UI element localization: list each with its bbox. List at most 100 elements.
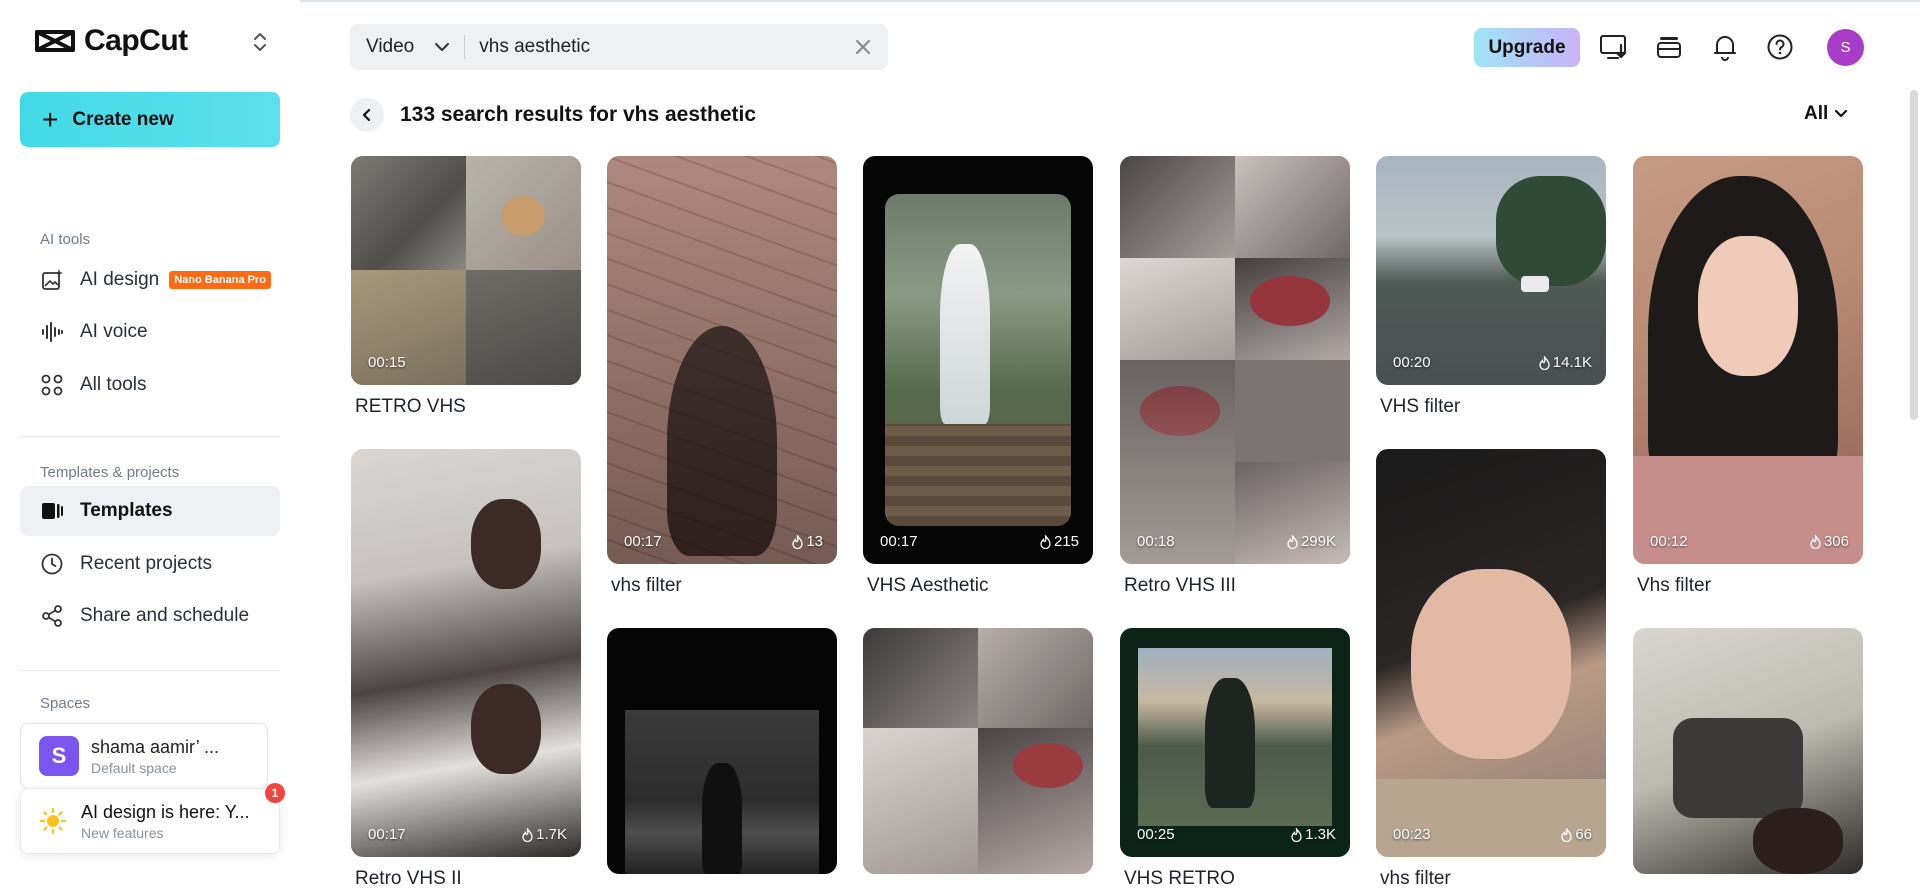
share-icon bbox=[40, 604, 64, 628]
notification-count-badge: 1 bbox=[265, 783, 285, 803]
clear-search-icon[interactable] bbox=[852, 36, 874, 58]
usage-count: 14.1K bbox=[1539, 354, 1592, 371]
sidebar-divider bbox=[20, 670, 280, 671]
duration-label: 00:15 bbox=[368, 354, 406, 371]
sidebar-item-ai-voice[interactable]: AI voice bbox=[20, 307, 280, 357]
template-thumbnail: 00:18 299K bbox=[1120, 156, 1350, 564]
plus-icon: + bbox=[42, 103, 59, 135]
template-thumbnail bbox=[607, 628, 837, 874]
sidebar-item-label: All tools bbox=[80, 374, 147, 395]
sidebar-item-label: Share and schedule bbox=[80, 605, 250, 626]
usage-count-value: 306 bbox=[1823, 533, 1849, 550]
sidebar-item-templates[interactable]: Templates bbox=[20, 486, 280, 536]
template-thumbnail: 00:15 bbox=[351, 156, 581, 385]
template-thumbnail: 00:17 1.7K bbox=[351, 449, 581, 857]
usage-count: 1.3K bbox=[1291, 826, 1336, 843]
create-new-label: Create new bbox=[72, 108, 174, 130]
flame-icon bbox=[792, 534, 803, 549]
template-title: Vhs filter bbox=[1637, 575, 1711, 596]
template-thumbnail: 00:23 66 bbox=[1376, 449, 1606, 857]
template-title: RETRO VHS bbox=[355, 396, 466, 417]
bell-icon[interactable] bbox=[1708, 30, 1742, 64]
search-type-label: Video bbox=[366, 36, 415, 57]
spaces-heading: Spaces bbox=[40, 695, 91, 712]
sidebar: CapCut + Create new AI tools AI design N… bbox=[0, 0, 300, 874]
sidebar-item-all-tools[interactable]: All tools bbox=[20, 360, 280, 410]
flame-icon bbox=[1291, 827, 1302, 842]
news-card[interactable]: AI design is here: Y... New features 1 bbox=[20, 783, 285, 854]
template-thumbnail: 00:12 306 bbox=[1633, 156, 1863, 564]
sidebar-item-ai-design[interactable]: AI design Nano Banana Pro bbox=[20, 255, 280, 305]
app-name: CapCut bbox=[84, 24, 188, 57]
duration-label: 00:12 bbox=[1650, 533, 1688, 550]
search-separator bbox=[464, 35, 466, 59]
layers-icon[interactable] bbox=[1652, 30, 1686, 64]
sidebar-item-share-schedule[interactable]: Share and schedule bbox=[20, 591, 280, 641]
image-sparkle-icon bbox=[40, 268, 64, 292]
usage-count: 1.7K bbox=[522, 826, 567, 843]
search-bar: Video bbox=[350, 24, 888, 70]
duration-label: 00:17 bbox=[880, 533, 918, 550]
workspace-switch-icon[interactable] bbox=[250, 30, 270, 54]
usage-count-value: 14.1K bbox=[1552, 354, 1592, 371]
duration-label: 00:17 bbox=[368, 826, 406, 843]
capcut-logo-icon bbox=[35, 30, 75, 52]
templates-projects-heading: Templates & projects bbox=[40, 464, 180, 481]
space-subtitle: Default space bbox=[91, 759, 177, 776]
usage-count-value: 299K bbox=[1300, 533, 1336, 550]
template-thumbnail bbox=[1633, 628, 1863, 874]
usage-count-value: 1.3K bbox=[1305, 826, 1336, 843]
template-title: vhs filter bbox=[611, 575, 682, 596]
sidebar-item-label: Recent projects bbox=[80, 553, 213, 574]
nano-banana-badge: Nano Banana Pro bbox=[169, 271, 271, 289]
app-logo[interactable]: CapCut bbox=[34, 24, 188, 58]
back-button[interactable] bbox=[350, 98, 384, 132]
usage-count: 306 bbox=[1810, 533, 1849, 550]
upgrade-button[interactable]: Upgrade bbox=[1474, 28, 1580, 67]
voice-wave-icon bbox=[40, 320, 64, 344]
chevron-left-icon bbox=[362, 108, 371, 122]
template-title: VHS Aesthetic bbox=[867, 575, 989, 596]
sidebar-divider bbox=[20, 436, 280, 437]
template-thumbnail: 00:20 14.1K bbox=[1376, 156, 1606, 385]
chevron-down-icon bbox=[435, 43, 450, 51]
templates-icon bbox=[40, 499, 64, 523]
ai-tools-heading: AI tools bbox=[40, 231, 91, 248]
usage-count: 299K bbox=[1287, 533, 1336, 550]
sidebar-item-label: AI design bbox=[80, 269, 160, 290]
scrollbar[interactable] bbox=[1910, 90, 1918, 420]
create-new-button[interactable]: + Create new bbox=[20, 92, 280, 147]
help-icon[interactable] bbox=[1763, 30, 1797, 64]
results-title: 133 search results for vhs aesthetic bbox=[400, 103, 757, 126]
usage-count-value: 66 bbox=[1575, 826, 1592, 843]
space-card[interactable]: S shama aamir’ ... Default space bbox=[20, 723, 268, 789]
chevron-down-icon bbox=[1835, 109, 1848, 118]
grid-icon bbox=[40, 373, 64, 397]
flame-icon bbox=[1561, 827, 1572, 842]
usage-count-value: 215 bbox=[1053, 533, 1079, 550]
clock-icon bbox=[40, 552, 64, 576]
filter-dropdown[interactable]: All bbox=[1804, 103, 1848, 125]
usage-count-value: 1.7K bbox=[536, 826, 567, 843]
space-name: shama aamir’ ... bbox=[91, 736, 220, 757]
flame-icon bbox=[1287, 534, 1298, 549]
search-type-dropdown[interactable]: Video bbox=[350, 36, 464, 58]
filter-label: All bbox=[1804, 103, 1829, 124]
duration-label: 00:23 bbox=[1393, 826, 1431, 843]
flame-icon bbox=[1810, 534, 1821, 549]
duration-label: 00:25 bbox=[1137, 826, 1175, 843]
usage-count: 13 bbox=[792, 533, 823, 550]
template-thumbnail bbox=[863, 628, 1093, 874]
usage-count-value: 13 bbox=[806, 533, 823, 550]
user-avatar[interactable]: S bbox=[1827, 29, 1864, 66]
flame-icon bbox=[522, 827, 533, 842]
space-avatar: S bbox=[39, 736, 79, 776]
download-desktop-icon[interactable] bbox=[1597, 30, 1631, 64]
template-title: Retro VHS III bbox=[1124, 575, 1236, 596]
search-input[interactable] bbox=[479, 36, 840, 58]
sidebar-item-recent-projects[interactable]: Recent projects bbox=[20, 539, 280, 589]
template-title: VHS RETRO bbox=[1124, 868, 1235, 889]
flame-icon bbox=[1539, 355, 1550, 370]
template-thumbnail: 00:17 215 bbox=[863, 156, 1093, 564]
news-title: AI design is here: Y... bbox=[81, 801, 250, 822]
